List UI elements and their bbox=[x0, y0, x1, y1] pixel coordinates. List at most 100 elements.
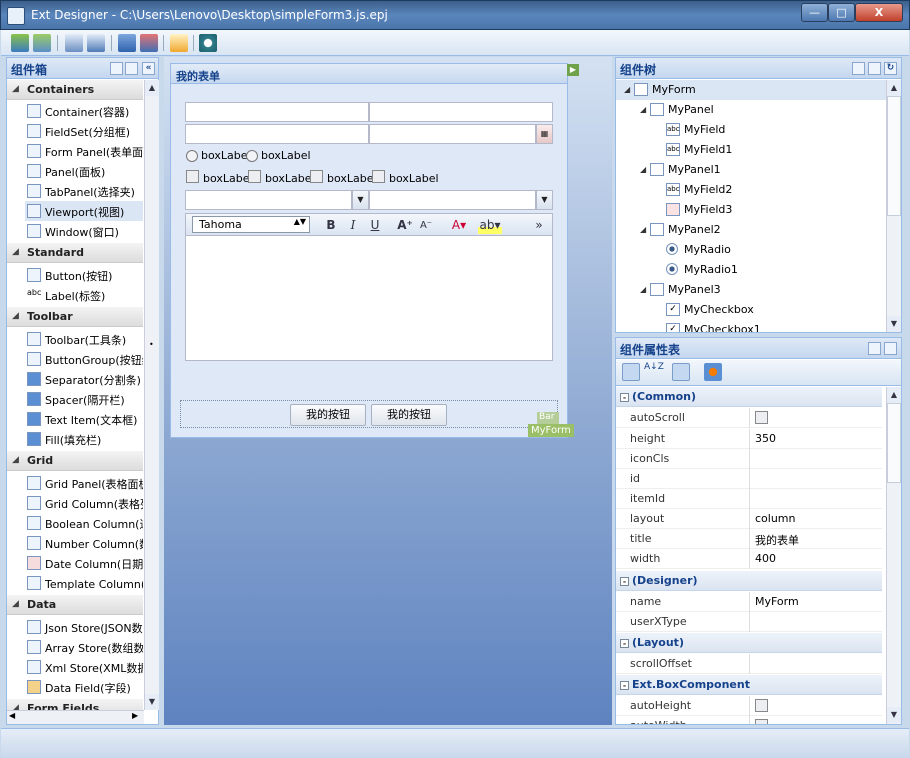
new-project-icon[interactable] bbox=[11, 34, 29, 52]
property-row[interactable]: title 我的表单 bbox=[616, 529, 882, 549]
toolbox-item[interactable]: Grid Panel(表格面板) bbox=[25, 473, 143, 493]
combo-box[interactable] bbox=[369, 190, 536, 210]
remove-component-icon[interactable] bbox=[140, 34, 158, 52]
property-row[interactable]: userXType bbox=[616, 612, 882, 632]
tree-scrollbar[interactable]: ▲ ▼ bbox=[886, 80, 901, 332]
toolbox-item[interactable]: Date Column(日期列) bbox=[25, 553, 143, 573]
category-toolbar[interactable]: ◢ Toolbar bbox=[7, 307, 143, 327]
calendar-icon[interactable]: ▦ bbox=[536, 124, 553, 144]
scroll-thumb[interactable] bbox=[887, 403, 901, 483]
toolbox-item[interactable]: Window(窗口) bbox=[25, 221, 143, 241]
tree-node[interactable]: MyRadio bbox=[616, 240, 886, 260]
expand-arrow-icon[interactable]: ▶ bbox=[567, 64, 579, 76]
property-group[interactable]: - (Designer) bbox=[616, 571, 882, 591]
property-row[interactable]: itemId bbox=[616, 489, 882, 509]
toolbox-item[interactable]: Number Column(数字 bbox=[25, 533, 143, 553]
toolbox-item[interactable]: abc Label(标签) bbox=[25, 285, 143, 305]
expand-all-icon[interactable] bbox=[852, 62, 865, 75]
scroll-thumb-grip[interactable]: • bbox=[149, 340, 154, 349]
text-field[interactable] bbox=[185, 124, 369, 144]
radio-button[interactable] bbox=[186, 150, 198, 162]
italic-icon[interactable]: I bbox=[346, 217, 360, 234]
minimize-button[interactable]: — bbox=[801, 3, 828, 22]
tree-node[interactable]: MyField3 bbox=[616, 200, 886, 220]
tree-node[interactable]: abc MyField2 bbox=[616, 180, 886, 200]
category-data[interactable]: ◢ Data bbox=[7, 595, 143, 615]
submit-button-2[interactable]: 我的按钮 bbox=[371, 404, 447, 426]
maximize-button[interactable]: □ bbox=[828, 3, 855, 22]
chevron-down-icon[interactable]: ▼ bbox=[352, 190, 369, 210]
chevron-down-icon[interactable]: ▼ bbox=[536, 190, 553, 210]
scroll-up-icon[interactable]: ▲ bbox=[145, 80, 159, 96]
scroll-down-icon[interactable]: ▼ bbox=[145, 694, 159, 710]
toolbox-item[interactable]: Text Item(文本框) bbox=[25, 409, 143, 429]
bold-icon[interactable]: B bbox=[324, 217, 338, 234]
toolbox-item[interactable]: Container(容器) bbox=[25, 101, 143, 121]
increase-font-icon[interactable]: A⁺ bbox=[396, 217, 414, 234]
tree-node[interactable]: ◢ MyPanel1 bbox=[616, 160, 886, 180]
toolbox-item[interactable]: Json Store(JSON数据 bbox=[25, 617, 143, 637]
checkbox[interactable] bbox=[186, 170, 199, 183]
text-field[interactable] bbox=[185, 102, 369, 122]
toolbox-item[interactable]: Panel(面板) bbox=[25, 161, 143, 181]
expand-all-icon[interactable] bbox=[868, 342, 881, 355]
tree-node[interactable]: MyRadio1 bbox=[616, 260, 886, 280]
property-row[interactable]: autoWidth bbox=[616, 716, 882, 724]
property-row[interactable]: id bbox=[616, 469, 882, 489]
toolbox-item[interactable]: Spacer(隔开栏) bbox=[25, 389, 143, 409]
duplicate-icon[interactable] bbox=[87, 34, 105, 52]
toolbox-item[interactable]: Form Panel(表单面板 bbox=[25, 141, 143, 161]
scroll-up-icon[interactable]: ▲ bbox=[887, 80, 901, 96]
toolbox-item[interactable]: Xml Store(XML数据源 bbox=[25, 657, 143, 677]
property-row[interactable]: autoHeight bbox=[616, 696, 882, 716]
categorized-icon[interactable] bbox=[622, 363, 640, 381]
font-select[interactable]: Tahoma ▲▼ bbox=[192, 216, 310, 233]
property-row[interactable]: height 350 bbox=[616, 429, 882, 449]
property-group[interactable]: - (Common) bbox=[616, 387, 882, 407]
property-checkbox[interactable] bbox=[755, 719, 768, 724]
property-row[interactable]: width 400 bbox=[616, 549, 882, 569]
toolbox-item[interactable]: TabPanel(选择夹) bbox=[25, 181, 143, 201]
decrease-font-icon[interactable]: A⁻ bbox=[418, 217, 434, 234]
settings-gear-icon[interactable] bbox=[199, 34, 217, 52]
toolbox-item[interactable]: ButtonGroup(按钮组 bbox=[25, 349, 143, 369]
sort-az-icon[interactable]: A↓Z bbox=[644, 363, 664, 381]
date-field[interactable] bbox=[369, 124, 536, 144]
property-checkbox[interactable] bbox=[755, 411, 768, 424]
toolbox-item[interactable]: Separator(分割条) bbox=[25, 369, 143, 389]
scroll-up-icon[interactable]: ▲ bbox=[887, 387, 901, 403]
property-scrollbar[interactable]: ▲ ▼ bbox=[886, 387, 901, 724]
property-row[interactable]: iconCls bbox=[616, 449, 882, 469]
edit-code-icon[interactable] bbox=[170, 34, 188, 52]
tree-node[interactable]: ◢ MyPanel bbox=[616, 100, 886, 120]
scroll-down-icon[interactable]: ▼ bbox=[887, 316, 901, 332]
toolbox-item[interactable]: Fill(填充栏) bbox=[25, 429, 143, 449]
property-group[interactable]: - Ext.BoxComponent bbox=[616, 675, 882, 695]
toolbox-item[interactable]: Toolbar(工具条) bbox=[25, 329, 143, 349]
toolbox-item[interactable]: FieldSet(分组框) bbox=[25, 121, 143, 141]
property-group[interactable]: - (Layout) bbox=[616, 633, 882, 653]
category-form-fields[interactable]: ◢ Form Fields bbox=[7, 699, 143, 710]
toolbox-item[interactable]: Boolean Column(逻辑 bbox=[25, 513, 143, 533]
tree-node[interactable]: ✓ MyCheckbox1 bbox=[616, 320, 886, 332]
font-color-icon[interactable]: A▾ bbox=[448, 217, 470, 234]
checkbox[interactable] bbox=[310, 170, 323, 183]
category-containers[interactable]: ◢ Containers bbox=[7, 80, 143, 100]
scroll-thumb[interactable] bbox=[887, 96, 901, 216]
toolbox-vertical-scrollbar[interactable]: ▲ • ▼ bbox=[144, 80, 159, 710]
events-icon[interactable] bbox=[704, 363, 722, 381]
more-tools-icon[interactable]: » bbox=[532, 217, 546, 234]
property-checkbox[interactable] bbox=[755, 699, 768, 712]
scroll-down-icon[interactable]: ▼ bbox=[887, 707, 901, 723]
category-standard[interactable]: ◢ Standard bbox=[7, 243, 143, 263]
open-project-icon[interactable] bbox=[33, 34, 51, 52]
collapse-all-icon[interactable] bbox=[884, 342, 897, 355]
submit-button-1[interactable]: 我的按钮 bbox=[290, 404, 366, 426]
toolbox-horizontal-scrollbar[interactable]: ◀ ▶ bbox=[7, 710, 144, 724]
toolbox-item[interactable]: Data Field(字段) bbox=[25, 677, 143, 697]
collapse-panel-icon[interactable]: « bbox=[142, 62, 155, 75]
property-row[interactable]: name MyForm bbox=[616, 592, 882, 612]
radio-button[interactable] bbox=[246, 150, 258, 162]
property-row[interactable]: autoScroll bbox=[616, 408, 882, 428]
refresh-icon[interactable]: ↻ bbox=[884, 62, 897, 75]
